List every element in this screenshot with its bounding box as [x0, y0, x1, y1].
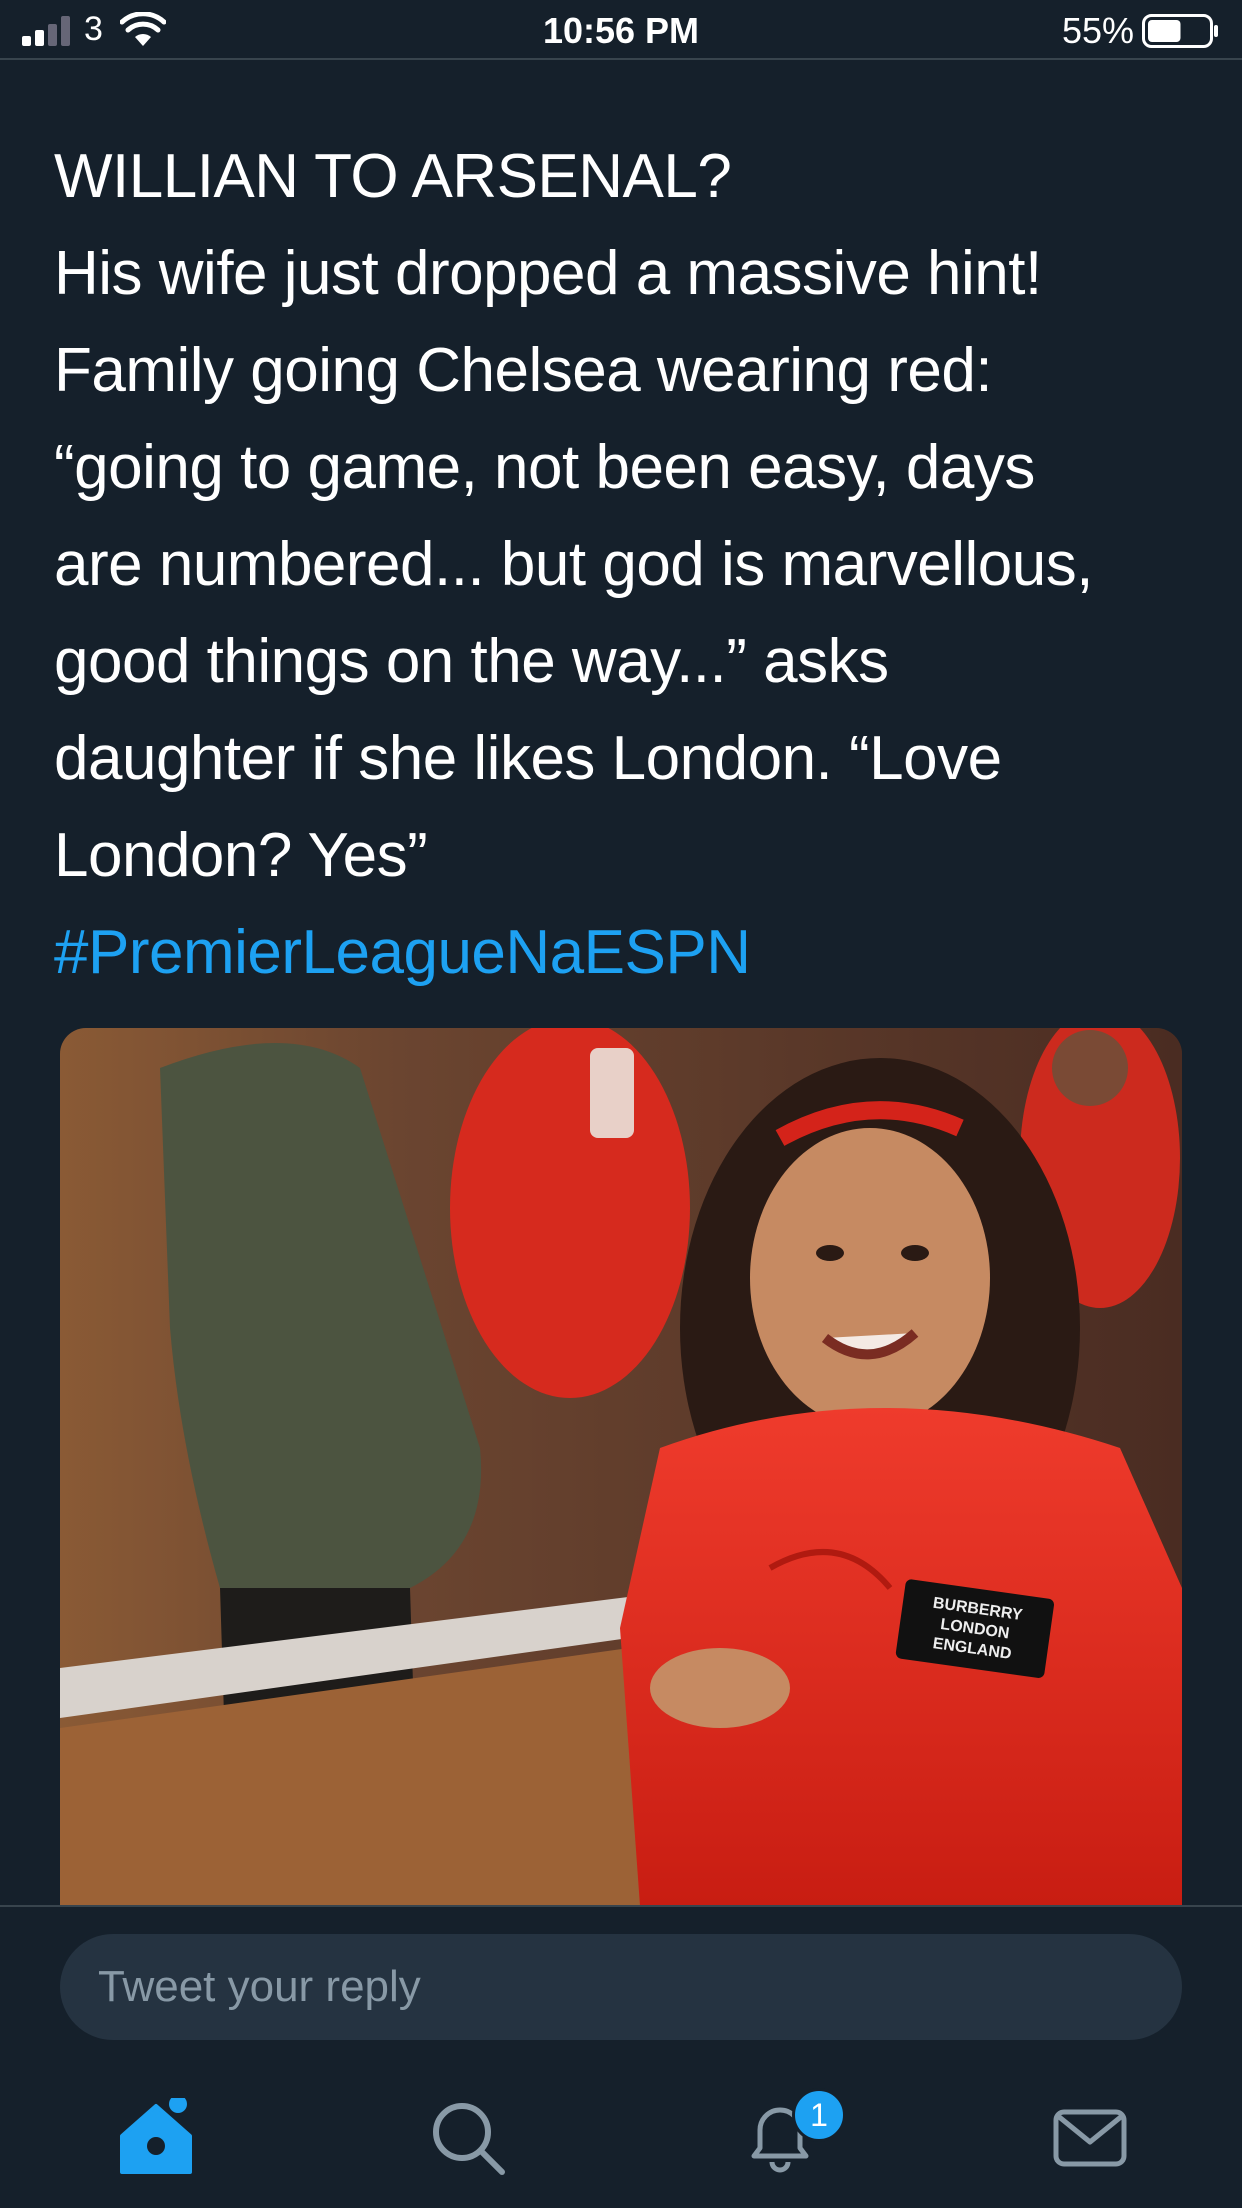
status-time: 10:56 PM	[542, 10, 700, 51]
tab-bar	[0, 2078, 1242, 2208]
tweet-line: daughter if she likes London. “Love	[54, 724, 1002, 793]
notification-badge: 1	[792, 2088, 846, 2142]
tweet-line: are numbered... but god is marvellous,	[54, 530, 1094, 599]
tweet-line: Family going Chelsea wearing red:	[54, 336, 993, 405]
tweet-line: His wife just dropped a massive hint!	[54, 239, 1042, 308]
search-icon[interactable]	[428, 2098, 508, 2178]
media-illustration: BURBERRY LONDON ENGLAND	[60, 1028, 1182, 1906]
battery-percent: 55%	[1061, 10, 1134, 51]
tweet-line: WILLIAN TO ARSENAL?	[54, 142, 732, 211]
tweet-line: “going to game, not been easy, days	[54, 433, 1035, 502]
messages-icon[interactable]	[1050, 2098, 1130, 2178]
tweet-text: WILLIAN TO ARSENAL? His wife just droppe…	[54, 128, 1204, 1001]
home-icon[interactable]	[116, 2098, 196, 2178]
battery-icon	[1142, 14, 1218, 48]
tweet-line: London? Yes”	[54, 821, 428, 890]
tweet-media-video[interactable]: BURBERRY LONDON ENGLAND	[60, 1028, 1182, 1906]
tweet-line: good things on the way...” asks	[54, 627, 889, 696]
hashtag-link[interactable]: #PremierLeagueNaESPN	[54, 904, 1204, 1001]
reply-input[interactable]	[60, 1934, 1182, 2040]
status-bar: 3 10:56 PM 55%	[0, 0, 1242, 60]
